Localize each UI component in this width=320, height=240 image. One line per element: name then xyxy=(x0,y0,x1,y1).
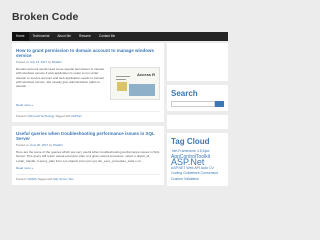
post-category[interactable]: RDMS xyxy=(28,177,36,181)
tagged-label: Tagged with xyxy=(37,176,53,181)
post-excerpt: Domain account would need some special p… xyxy=(16,67,105,89)
search-input[interactable] xyxy=(171,101,215,107)
thumbnail-title: Access R xyxy=(137,72,156,77)
post-thumbnail[interactable]: Access R xyxy=(110,67,160,100)
sidebar-blank-widget xyxy=(167,43,228,81)
post-title[interactable]: Useful queries when troubleshooting perf… xyxy=(16,131,160,141)
content-layout: How to grant permission to domain accoun… xyxy=(12,43,228,190)
post-author[interactable]: Shabbir xyxy=(53,143,63,147)
nav-item-techinomial[interactable]: Techinomial xyxy=(29,32,54,41)
post-footer: Posted in Microsoft Technology Tagged wi… xyxy=(16,111,160,118)
posted-in-label: Posted in xyxy=(16,114,28,118)
search-button[interactable] xyxy=(215,101,224,107)
post-body: Domain account would need some special p… xyxy=(16,67,160,100)
thumbnail-box xyxy=(129,84,155,96)
search-row xyxy=(171,101,224,107)
tag-line[interactable]: Coding Guidelines Consensus xyxy=(171,171,224,177)
post-body: Here are the some of the queries which a… xyxy=(16,150,160,163)
read-more-link[interactable]: Read more » xyxy=(16,103,160,107)
post-tags[interactable]: ASP.Net xyxy=(71,114,81,118)
post-tags[interactable]: SQL Server Tips xyxy=(53,177,73,181)
nav-item-contact-me[interactable]: Contact Me xyxy=(95,32,119,41)
thumbnail-line xyxy=(116,79,126,81)
post-author[interactable]: Shabbir xyxy=(52,60,62,64)
search-widget: Search xyxy=(167,85,228,111)
main-nav: Home Techinomial About Me Resume Contact… xyxy=(12,32,228,41)
tagged-label: Tagged with xyxy=(55,114,71,118)
tag-cloud-widget: Tag Cloud .Net Framework 4.5 Ajax AppCon… xyxy=(167,133,228,186)
post-card: How to grant permission to domain accoun… xyxy=(12,43,164,122)
tag-line[interactable]: Custom Validation xyxy=(171,177,224,183)
post-list: How to grant permission to domain accoun… xyxy=(12,43,164,190)
read-more-link[interactable]: Read more » xyxy=(16,166,160,170)
tag-cloud-title: Tag Cloud xyxy=(171,137,210,146)
sidebar: Search Tag Cloud .Net Framework 4.5 Ajax… xyxy=(167,43,228,190)
thumbnail-box xyxy=(117,82,127,91)
post-date[interactable]: June 30, 2017 xyxy=(30,143,48,147)
post-meta-prefix: Posted on xyxy=(16,143,30,147)
nav-item-home[interactable]: Home xyxy=(12,32,29,41)
sidebar-blank-widget xyxy=(167,115,228,129)
site-title[interactable]: Broken Code xyxy=(12,11,240,23)
post-excerpt: Here are the some of the queries which a… xyxy=(16,150,160,163)
nav-item-about-me[interactable]: About Me xyxy=(53,32,75,41)
post-meta-prefix: Posted on xyxy=(16,60,30,64)
post-title[interactable]: How to grant permission to domain accoun… xyxy=(16,48,160,58)
thumbnail-line xyxy=(116,76,130,78)
posted-in-label: Posted in xyxy=(16,176,28,181)
post-meta: Posted on June 30, 2017 by Shabbir xyxy=(16,143,160,147)
tag-cloud: .Net Framework 4.5 Ajax AppControlToolki… xyxy=(171,149,224,182)
post-category[interactable]: Microsoft Technology xyxy=(28,114,54,118)
post-card: Useful queries when troubleshooting perf… xyxy=(12,126,164,185)
post-meta: Posted on July 13, 2017 by Shabbir xyxy=(16,60,160,64)
post-date[interactable]: July 13, 2017 xyxy=(30,60,47,64)
post-by: by xyxy=(47,60,51,64)
site-header: Broken Code xyxy=(0,0,240,32)
search-title: Search xyxy=(171,89,198,98)
nav-item-resume[interactable]: Resume xyxy=(75,32,95,41)
post-footer: Posted in RDMS Tagged with SQL Server Ti… xyxy=(16,173,160,181)
post-by: by xyxy=(48,143,53,147)
